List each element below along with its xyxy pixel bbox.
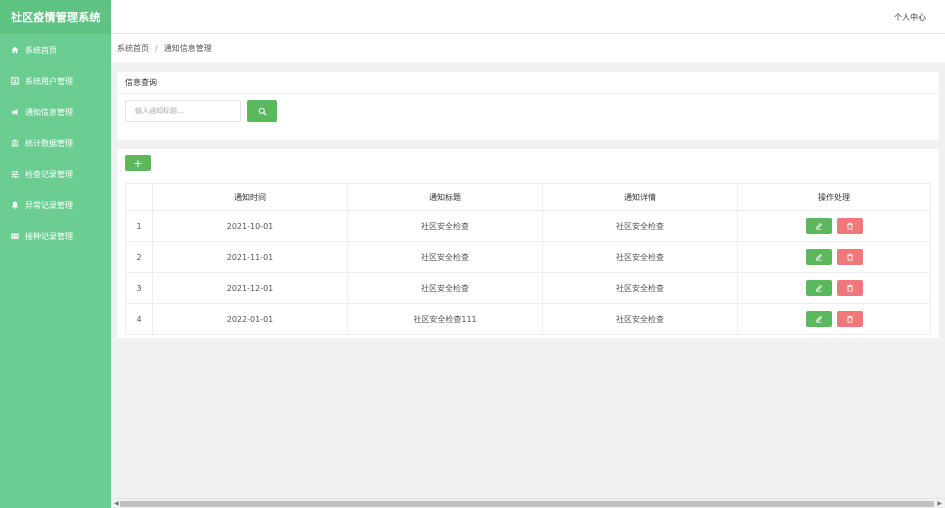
edit-button[interactable]: [805, 311, 832, 327]
scroll-right-arrow-icon[interactable]: ▶: [937, 500, 942, 507]
sidebar-item-label: 系统首页: [25, 45, 57, 55]
row-title: 社区安全检查: [347, 272, 543, 304]
row-index: 2: [125, 241, 153, 273]
row-detail: 社区安全检查: [542, 303, 738, 335]
pencil-icon: [815, 253, 822, 261]
row-title: 社区安全检查: [347, 241, 543, 273]
breadcrumb-home[interactable]: 系统首页: [117, 43, 149, 54]
column-header-time: 通知时间: [152, 183, 348, 211]
edit-button[interactable]: [805, 218, 832, 234]
user-center-link[interactable]: 个人中心: [894, 12, 926, 23]
row-title: 社区安全检查: [347, 210, 543, 242]
table-row: 3 2021-12-01 社区安全检查 社区安全检查: [125, 272, 931, 304]
sidebar-item-anomalies[interactable]: 异常记录管理: [0, 195, 111, 215]
sidebar-item-vaccinations[interactable]: 接种记录管理: [0, 226, 111, 246]
edit-button[interactable]: [805, 249, 832, 265]
delete-button[interactable]: [836, 280, 863, 296]
row-index: 1: [125, 210, 153, 242]
breadcrumb: 系统首页 / 通知信息管理: [111, 34, 945, 62]
query-panel: 信息查询 输入通知标题...: [117, 72, 939, 140]
search-icon: [258, 107, 267, 116]
row-time: 2021-11-01: [152, 241, 348, 273]
row-actions: [737, 272, 931, 304]
row-actions: [737, 303, 931, 335]
breadcrumb-separator: /: [155, 43, 158, 53]
sliders-icon: [11, 170, 19, 178]
sidebar-item-home[interactable]: 系统首页: [0, 40, 111, 60]
row-title: 社区安全检查111: [347, 303, 543, 335]
column-header-title: 通知标题: [347, 183, 543, 211]
row-time: 2021-12-01: [152, 272, 348, 304]
sidebar-item-inspections[interactable]: 检查记录管理: [0, 164, 111, 184]
pencil-icon: [815, 284, 822, 292]
sidebar-item-label: 接种记录管理: [25, 231, 73, 241]
column-header-index: [125, 183, 153, 211]
notices-table: 通知时间 通知标题 通知详情 操作处理 1 2021-10-01 社区安全检查 …: [125, 183, 931, 335]
column-header-detail: 通知详情: [542, 183, 738, 211]
row-detail: 社区安全检查: [542, 210, 738, 242]
home-icon: [11, 46, 19, 54]
delete-button[interactable]: [836, 249, 863, 265]
table-row: 4 2022-01-01 社区安全检查111 社区安全检查: [125, 303, 931, 335]
table-row: 1 2021-10-01 社区安全检查 社区安全检查: [125, 210, 931, 242]
trash-icon: [846, 315, 853, 323]
row-detail: 社区安全检查: [542, 241, 738, 273]
trash-icon: [846, 284, 853, 292]
pencil-icon: [815, 222, 822, 230]
bullhorn-icon: [11, 108, 19, 116]
row-time: 2021-10-01: [152, 210, 348, 242]
sidebar-item-notices[interactable]: 通知信息管理: [0, 102, 111, 122]
sidebar-item-label: 异常记录管理: [25, 200, 73, 210]
row-index: 3: [125, 272, 153, 304]
id-card-icon: [11, 232, 19, 240]
sidebar-item-users[interactable]: 系统用户管理: [0, 71, 111, 91]
table-panel: + 通知时间 通知标题 通知详情 操作处理 1 2021-10-01 社区安全检…: [117, 149, 939, 338]
bell-icon: [11, 201, 19, 209]
sidebar-item-statistics[interactable]: 统计数据管理: [0, 133, 111, 153]
scroll-left-arrow-icon[interactable]: ◀: [114, 500, 119, 507]
table-row: 2 2021-11-01 社区安全检查 社区安全检查: [125, 241, 931, 273]
breadcrumb-current: 通知信息管理: [163, 43, 212, 53]
delete-button[interactable]: [836, 311, 863, 327]
row-detail: 社区安全检查: [542, 272, 738, 304]
bank-icon: [11, 139, 19, 147]
sidebar-item-label: 检查记录管理: [25, 169, 73, 179]
trash-icon: [846, 222, 853, 230]
pencil-icon: [815, 315, 822, 323]
sidebar-item-label: 通知信息管理: [25, 107, 73, 117]
edit-button[interactable]: [805, 280, 832, 296]
add-button[interactable]: +: [125, 155, 151, 171]
table-header-row: 通知时间 通知标题 通知详情 操作处理: [125, 183, 931, 211]
plus-icon: +: [133, 156, 143, 170]
sidebar-item-label: 系统用户管理: [25, 76, 73, 86]
delete-button[interactable]: [836, 218, 863, 234]
sidebar-item-label: 统计数据管理: [25, 138, 73, 148]
row-time: 2022-01-01: [152, 303, 348, 335]
query-title: 信息查询: [117, 72, 939, 94]
horizontal-scrollbar[interactable]: ◀ ▶: [111, 498, 945, 508]
app-title: 社区疫情管理系统: [0, 0, 111, 34]
row-actions: [737, 241, 931, 273]
column-header-actions: 操作处理: [737, 183, 931, 211]
row-actions: [737, 210, 931, 242]
search-input[interactable]: 输入通知标题...: [125, 100, 241, 122]
row-index: 4: [125, 303, 153, 335]
address-card-icon: [11, 77, 19, 85]
trash-icon: [846, 253, 853, 261]
sidebar: 社区疫情管理系统 系统首页 系统用户管理 通知信息管理 统计数据管理 检查记录管…: [0, 0, 111, 508]
top-header: 个人中心: [111, 0, 945, 34]
search-button[interactable]: [247, 100, 277, 122]
scrollbar-thumb[interactable]: [120, 501, 934, 507]
